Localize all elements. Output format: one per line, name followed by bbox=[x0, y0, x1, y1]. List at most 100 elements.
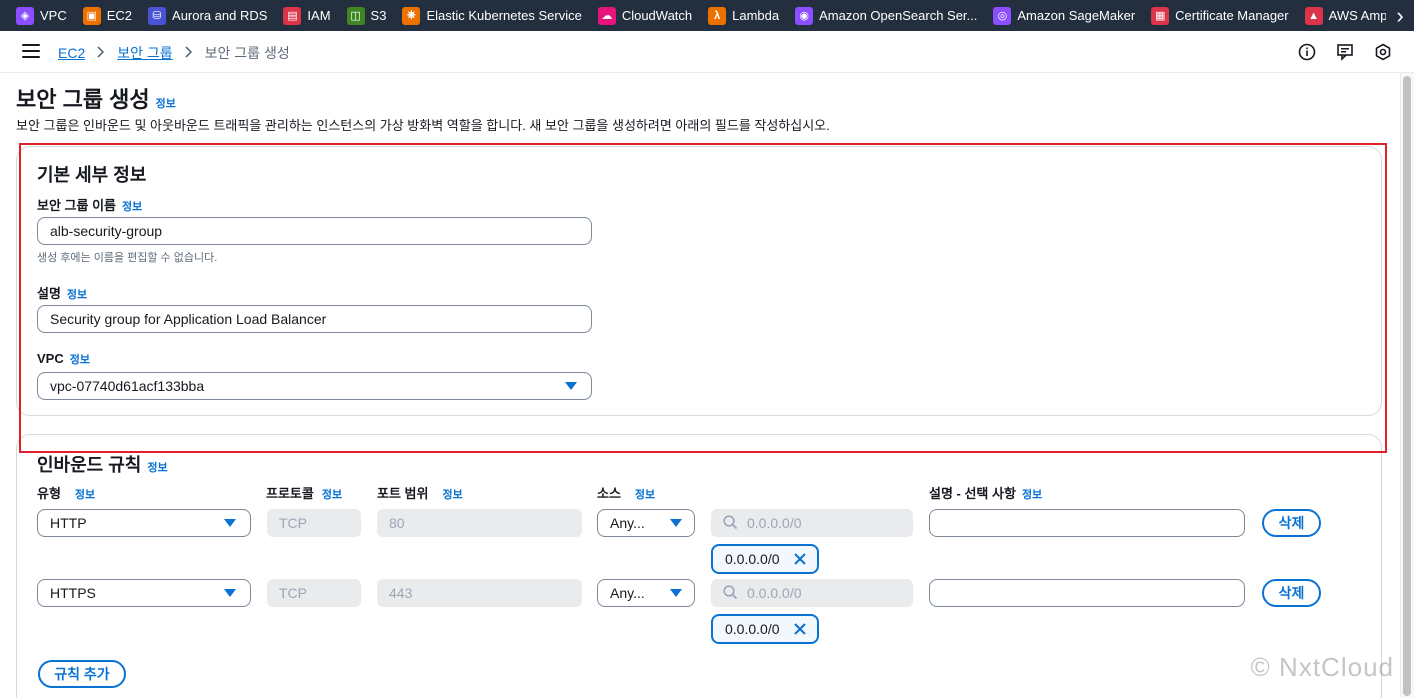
info-link[interactable]: 정보 bbox=[75, 489, 95, 501]
cidr-token-value: 0.0.0.0/0 bbox=[725, 621, 780, 637]
col-protocol-text: 프로토콜 bbox=[266, 486, 314, 501]
info-link[interactable]: 정보 bbox=[67, 289, 87, 301]
favorite-vpc[interactable]: ◈ VPC bbox=[16, 0, 67, 31]
delete-rule-button[interactable]: 삭제 bbox=[1262, 579, 1321, 607]
rule-source-select[interactable]: Any... bbox=[597, 509, 695, 537]
breadcrumb-security-groups[interactable]: 보안 그룹 bbox=[117, 43, 172, 63]
vpc-label: VPC 정보 bbox=[37, 351, 90, 367]
favorite-label: Lambda bbox=[732, 8, 780, 23]
add-rule-button[interactable]: 규칙 추가 bbox=[38, 660, 126, 688]
inbound-rules-title: 인바운드 규칙 정보 bbox=[37, 451, 168, 477]
info-link[interactable]: 정보 bbox=[147, 462, 167, 474]
vpc-select[interactable]: vpc-07740d61acf133bba bbox=[37, 372, 592, 400]
watermark: © NxtCloud bbox=[1250, 652, 1394, 682]
col-port: 포트 범위 정보 bbox=[377, 483, 463, 502]
info-link[interactable]: 정보 bbox=[156, 98, 176, 110]
description-input[interactable]: Security group for Application Load Bala… bbox=[37, 305, 592, 333]
sagemaker-icon: ◎ bbox=[993, 6, 1012, 25]
feedback-icon[interactable] bbox=[1335, 42, 1355, 62]
delete-rule-button[interactable]: 삭제 bbox=[1262, 509, 1321, 537]
rule-source-value: Any... bbox=[610, 515, 645, 531]
favorite-sagemaker[interactable]: ◎ Amazon SageMaker bbox=[993, 0, 1135, 31]
basic-details-title: 기본 세부 정보 bbox=[37, 165, 147, 185]
close-icon[interactable] bbox=[793, 622, 807, 636]
col-port-text: 포트 범위 bbox=[377, 486, 429, 501]
col-source-text: 소스 bbox=[597, 486, 621, 501]
search-icon bbox=[723, 585, 738, 603]
favorite-label: Elastic Kubernetes Service bbox=[426, 8, 582, 23]
info-link[interactable]: 정보 bbox=[635, 489, 655, 501]
security-group-name-input[interactable]: alb-security-group bbox=[37, 217, 592, 245]
info-link[interactable]: 정보 bbox=[122, 201, 142, 213]
favorite-label: Aurora and RDS bbox=[172, 8, 268, 23]
caret-down-icon bbox=[670, 519, 682, 527]
caret-down-icon bbox=[670, 589, 682, 597]
search-icon bbox=[723, 515, 738, 533]
col-description-text: 설명 - 선택 사항 bbox=[929, 486, 1016, 501]
rule-cidr-search[interactable]: 0.0.0.0/0 bbox=[711, 579, 913, 607]
rule-cidr-search[interactable]: 0.0.0.0/0 bbox=[711, 509, 913, 537]
favorite-rds[interactable]: ⛁ Aurora and RDS bbox=[148, 0, 267, 31]
breadcrumb: EC2 보안 그룹 보안 그룹 생성 bbox=[58, 43, 290, 63]
rds-icon: ⛁ bbox=[148, 6, 167, 25]
favorite-iam[interactable]: ▤ IAM bbox=[283, 0, 331, 31]
col-type-text: 유형 bbox=[37, 486, 61, 501]
rule-source-value: Any... bbox=[610, 585, 645, 601]
menu-icon[interactable] bbox=[22, 44, 40, 58]
rule-description-input[interactable] bbox=[929, 579, 1245, 607]
cidr-placeholder: 0.0.0.0/0 bbox=[747, 585, 802, 601]
breadcrumb-ec2[interactable]: EC2 bbox=[58, 45, 85, 61]
favorite-ec2[interactable]: ▣ EC2 bbox=[82, 0, 132, 31]
info-link[interactable]: 정보 bbox=[442, 489, 462, 501]
favorite-label: Amazon SageMaker bbox=[1017, 8, 1136, 23]
rule-description-input[interactable] bbox=[929, 509, 1245, 537]
favorite-eks[interactable]: ⎈ Elastic Kubernetes Service bbox=[402, 0, 582, 31]
eks-icon: ⎈ bbox=[402, 6, 421, 25]
favorite-label: IAM bbox=[307, 8, 331, 23]
info-link[interactable]: 정보 bbox=[1022, 489, 1042, 501]
breadcrumb-current: 보안 그룹 생성 bbox=[204, 45, 290, 61]
page-description: 보안 그룹은 인바운드 및 아웃바운드 트래픽을 관리하는 인스턴스의 가상 방… bbox=[16, 118, 830, 133]
cidr-token: 0.0.0.0/0 bbox=[711, 544, 819, 574]
vpc-select-value: vpc-07740d61acf133bba bbox=[50, 378, 205, 394]
favorite-label: S3 bbox=[370, 8, 387, 23]
scrollbar-thumb[interactable] bbox=[1403, 76, 1411, 696]
name-label: 보안 그룹 이름 정보 bbox=[37, 195, 142, 214]
scroll-right-icon[interactable]: › bbox=[1386, 0, 1414, 31]
rule-protocol: TCP bbox=[267, 579, 361, 607]
info-link[interactable]: 정보 bbox=[322, 489, 342, 501]
description-label-text: 설명 bbox=[37, 286, 61, 301]
rule-source-select[interactable]: Any... bbox=[597, 579, 695, 607]
page-title-text: 보안 그룹 생성 bbox=[16, 87, 150, 112]
description-label: 설명 정보 bbox=[37, 283, 87, 302]
favorite-label: VPC bbox=[40, 8, 67, 23]
favorite-cloudwatch[interactable]: ☁ CloudWatch bbox=[597, 0, 693, 31]
rule-type-select[interactable]: HTTPS bbox=[37, 579, 251, 607]
inbound-title-text: 인바운드 규칙 bbox=[37, 455, 142, 475]
col-protocol: 프로토콜 정보 bbox=[266, 483, 342, 502]
cidr-placeholder: 0.0.0.0/0 bbox=[747, 515, 802, 531]
settings-hex-icon[interactable] bbox=[1373, 42, 1393, 62]
favorite-acm[interactable]: ▦ Certificate Manager bbox=[1151, 0, 1289, 31]
chevron-right-icon bbox=[185, 45, 193, 61]
amplify-icon: ▲ bbox=[1304, 6, 1323, 25]
favorite-s3[interactable]: ◫ S3 bbox=[346, 0, 387, 31]
favorite-lambda[interactable]: λ Lambda bbox=[708, 0, 779, 31]
rule-port: 443 bbox=[377, 579, 582, 607]
info-link[interactable]: 정보 bbox=[70, 354, 90, 366]
breadcrumb-bar: EC2 보안 그룹 보안 그룹 생성 bbox=[0, 31, 1414, 73]
vpc-icon: ◈ bbox=[16, 6, 34, 25]
info-circle-icon[interactable] bbox=[1297, 42, 1317, 62]
rule-type-select[interactable]: HTTP bbox=[37, 509, 251, 537]
favorites-bar: ◈ VPC ▣ EC2 ⛁ Aurora and RDS ▤ IAM ◫ S3 ⎈ Elas… bbox=[0, 0, 1414, 31]
favorite-label: CloudWatch bbox=[621, 8, 693, 23]
name-label-text: 보안 그룹 이름 bbox=[37, 198, 116, 213]
chevron-right-icon bbox=[97, 45, 105, 61]
close-icon[interactable] bbox=[793, 552, 807, 566]
col-description: 설명 - 선택 사항 정보 bbox=[929, 483, 1042, 502]
ec2-icon: ▣ bbox=[82, 6, 101, 25]
inbound-rules-panel: 인바운드 규칙 정보 유형 정보 프로토콜 정보 포트 범위 정보 소스 정보 설명 - … bbox=[16, 434, 1382, 698]
favorite-opensearch[interactable]: ◉ Amazon OpenSearch Ser... bbox=[795, 0, 977, 31]
lambda-icon: λ bbox=[708, 6, 727, 25]
rule-port: 80 bbox=[377, 509, 582, 537]
